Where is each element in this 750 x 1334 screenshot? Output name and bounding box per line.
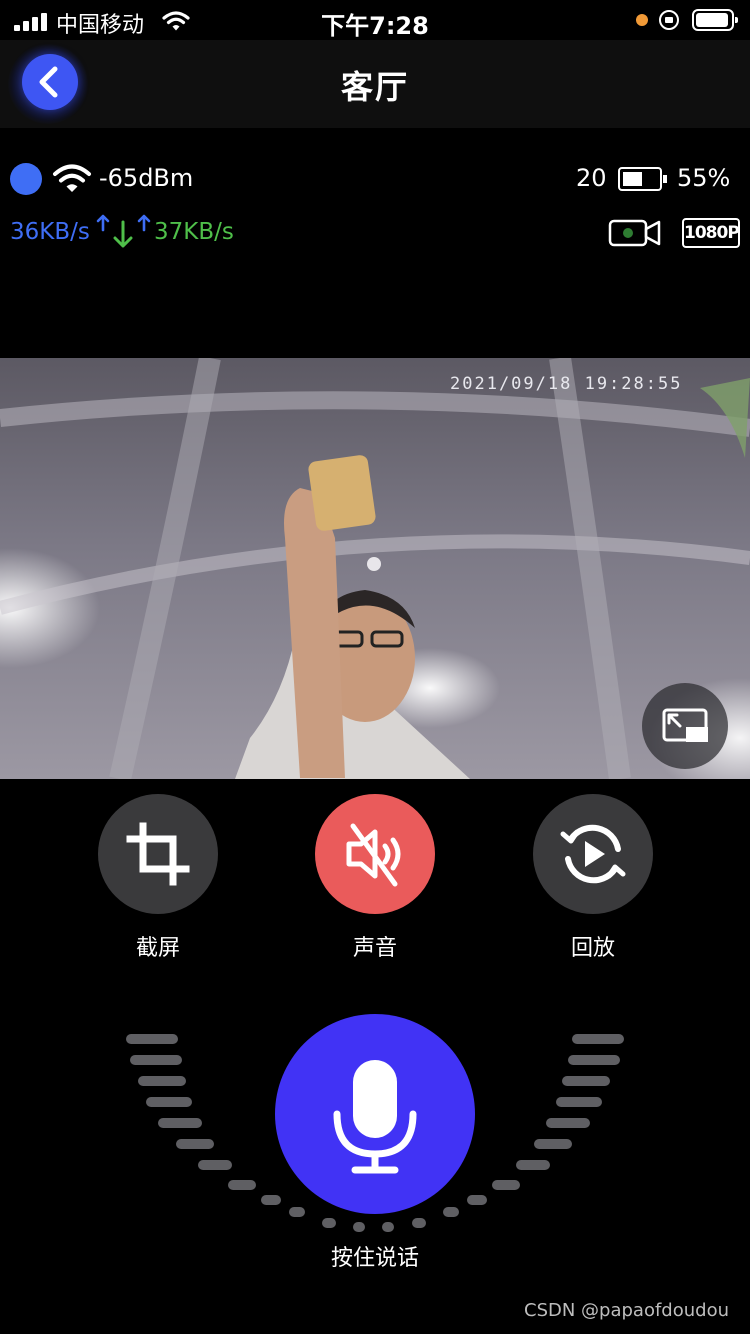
level-bar [556, 1097, 602, 1107]
online-status-dot [10, 163, 42, 195]
transfer-arrows-icon [96, 214, 151, 248]
level-bar [146, 1097, 192, 1107]
temperature-value: 20 [576, 164, 607, 192]
battery-percentage: 55% [677, 164, 731, 192]
device-battery-icon [618, 167, 667, 191]
wifi-signal-icon [53, 164, 91, 192]
level-bar [158, 1118, 202, 1128]
push-to-talk-button[interactable] [275, 1014, 475, 1214]
level-bar [353, 1222, 365, 1232]
fullscreen-button[interactable] [642, 683, 728, 769]
playback-label: 回放 [570, 936, 615, 961]
orientation-lock-icon [659, 10, 679, 30]
level-bar [568, 1055, 620, 1065]
resolution-badge[interactable]: 1080P [682, 218, 740, 248]
level-bar [176, 1139, 214, 1149]
video-timestamp: 2021/09/18 19:28:55 [450, 374, 683, 394]
speaker-muted-icon [346, 823, 401, 887]
download-rate: 36KB/s [10, 219, 90, 245]
level-bar [492, 1180, 520, 1190]
level-bar [516, 1160, 550, 1170]
battery-level-fill [623, 172, 642, 186]
level-bar [412, 1218, 426, 1228]
camera-scene-image [0, 358, 750, 779]
microphone-icon [333, 1060, 417, 1174]
level-bar [126, 1034, 178, 1044]
push-to-talk-label: 按住说话 [330, 1246, 419, 1271]
level-bar [572, 1034, 624, 1044]
record-camera-icon[interactable] [608, 218, 662, 248]
sound-toggle-button[interactable] [315, 794, 435, 914]
level-bar [322, 1218, 336, 1228]
page-title: 客厅 [340, 68, 409, 106]
picture-in-picture-icon [662, 708, 708, 742]
level-bar [138, 1076, 186, 1086]
screenshot-label: 截屏 [135, 936, 180, 961]
replay-icon [560, 824, 626, 884]
live-video-feed[interactable] [0, 358, 750, 779]
screenshot-button[interactable] [98, 794, 218, 914]
sound-label: 声音 [352, 936, 397, 961]
phone-battery-icon [692, 9, 738, 31]
playback-button[interactable] [533, 794, 653, 914]
mic-in-use-indicator [636, 14, 648, 26]
level-bar [228, 1180, 256, 1190]
upload-rate: 37KB/s [154, 219, 234, 245]
watermark: CSDN @papaofdoudou [524, 1300, 729, 1321]
level-bar [534, 1139, 572, 1149]
level-bar [562, 1076, 610, 1086]
crop-icon [126, 822, 190, 886]
level-bar [130, 1055, 182, 1065]
signal-strength: -65dBm [99, 164, 194, 192]
level-bar [382, 1222, 394, 1232]
level-bar [198, 1160, 232, 1170]
level-bar [546, 1118, 590, 1128]
